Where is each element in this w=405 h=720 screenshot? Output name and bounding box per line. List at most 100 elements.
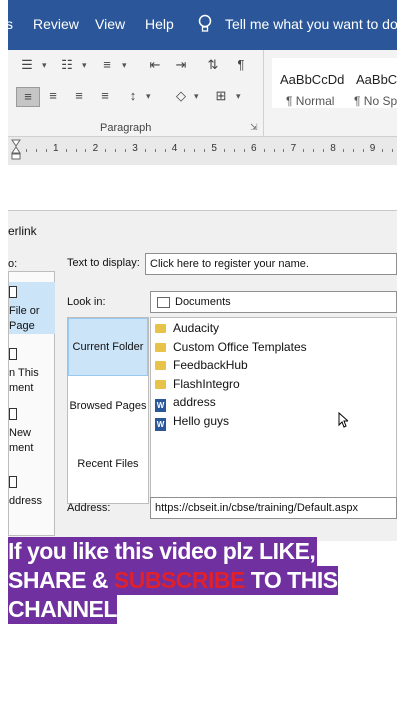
ruler-number: 1	[53, 143, 59, 154]
list-item[interactable]: W Hello guys	[155, 412, 229, 431]
chevron-down-icon[interactable]: ▾	[194, 91, 199, 102]
tab-review[interactable]: Review	[33, 16, 79, 32]
caption-subscribe: SUBSCRIBE	[113, 567, 245, 593]
align-right-icon[interactable]: ≡	[68, 87, 90, 105]
ruler-tick	[45, 149, 47, 152]
address-input[interactable]: https://cbseit.in/cbse/training/Default.…	[150, 497, 397, 519]
ruler-tick	[392, 149, 394, 152]
ruler-tick	[105, 149, 107, 152]
look-in-value: Documents	[175, 296, 231, 308]
chevron-down-icon[interactable]: ▾	[82, 60, 87, 71]
ruler-tick	[342, 149, 344, 152]
link-new-document[interactable]: New ment	[9, 408, 55, 456]
folder-icon	[157, 297, 170, 308]
multilevel-list-icon[interactable]: ≡	[96, 56, 118, 74]
link-option-line: ddress	[9, 495, 43, 507]
ruler-tick	[263, 149, 265, 152]
borders-icon[interactable]: ⊞	[210, 87, 232, 105]
caption-text: TO THIS	[244, 567, 338, 593]
word-document-icon: W	[155, 418, 166, 431]
link-option-line: ment	[9, 442, 34, 454]
ruler-number: 7	[290, 143, 297, 154]
ribbon-body: ☰ ▾ ☷ ▾ ≡ ▾ ⇤ ⇥ ⇅ ¶ ≡ ≡ ≡ ≡ ↕ ▾ ◇ ▾ ⊞ ▾ …	[8, 50, 397, 136]
link-to-pane: File or Page n This ment New ment ddress	[8, 271, 55, 536]
list-item[interactable]: FeedbackHub	[155, 356, 248, 374]
ruler-tick	[35, 149, 37, 152]
tell-me-search[interactable]: Tell me what you want to do	[225, 16, 398, 32]
folder-icon	[155, 380, 166, 389]
ruler-tick	[184, 149, 186, 152]
file-name: Custom Office Templates	[173, 340, 307, 354]
style-no-spacing[interactable]: AaBbC ¶ No Sp	[348, 58, 397, 108]
numbering-icon[interactable]: ☷	[56, 56, 78, 74]
tab-partial[interactable]: s	[6, 16, 13, 32]
lightbulb-icon	[198, 14, 212, 39]
ruler-tick	[303, 149, 305, 152]
dialog-launcher-icon[interactable]: ⇲	[250, 122, 258, 133]
ruler-tick	[194, 149, 196, 152]
caption-text: SHARE &	[8, 567, 114, 593]
list-item[interactable]: Audacity	[155, 319, 219, 337]
link-option-line: New	[9, 427, 32, 439]
ruler-tick	[273, 149, 275, 152]
list-item[interactable]: Waddress	[155, 393, 216, 412]
caption-line-1: If you like this video plz LIKE,	[8, 537, 318, 566]
ruler-number: 6	[251, 143, 257, 154]
align-left-icon[interactable]: ≡	[16, 87, 40, 107]
navigation-pane: Current Folder Browsed Pages Recent File…	[67, 317, 149, 504]
bullets-icon[interactable]: ☰	[16, 56, 38, 74]
increase-indent-icon[interactable]: ⇥	[170, 56, 192, 74]
text-to-display-input[interactable]: Click here to register your name.	[145, 253, 397, 275]
ruler-number: 3	[132, 143, 138, 154]
caption-line-3: CHANNEL	[8, 595, 117, 624]
link-place-in-document[interactable]: n This ment	[9, 348, 55, 396]
line-spacing-icon[interactable]: ↕	[122, 87, 144, 105]
file-name: Audacity	[173, 321, 220, 335]
tab-help[interactable]: Help	[145, 16, 174, 32]
indent-marker-icon[interactable]	[11, 139, 21, 166]
browsed-pages-button[interactable]: Browsed Pages	[68, 400, 148, 412]
new-document-icon	[9, 408, 17, 420]
show-marks-icon[interactable]: ¶	[230, 56, 252, 74]
ribbon-tab-bar: s Review View Help Tell me what you want…	[6, 0, 398, 50]
ruler-tick	[154, 149, 156, 152]
ruler-tick	[144, 149, 146, 152]
recent-files-button[interactable]: Recent Files	[68, 458, 148, 470]
list-item[interactable]: FlashIntegro	[155, 375, 240, 393]
folder-icon	[155, 324, 166, 333]
email-icon	[9, 476, 17, 488]
sort-icon[interactable]: ⇅	[202, 56, 224, 74]
chevron-down-icon[interactable]: ▾	[42, 60, 47, 71]
look-in-dropdown[interactable]: Documents	[150, 291, 397, 313]
ruler-number: 2	[92, 143, 99, 154]
style-normal[interactable]: AaBbCcDd ¶ Normal	[272, 58, 350, 108]
align-center-icon[interactable]: ≡	[42, 87, 64, 105]
text-to-display-label: Text to display:	[67, 257, 140, 269]
ruler-tick	[382, 149, 384, 152]
list-item[interactable]: Custom Office Templates	[155, 338, 307, 356]
caption-line-2: SHARE & SUBSCRIBE TO THIS	[8, 566, 338, 595]
current-folder-button[interactable]: Current Folder	[68, 318, 148, 376]
link-existing-file[interactable]: File or Page	[9, 282, 55, 334]
file-name: FeedbackHub	[173, 358, 248, 372]
file-name: address	[173, 395, 216, 409]
ruler[interactable]: 1 2 3 4 5 6 7 8 9	[8, 136, 397, 166]
justify-icon[interactable]: ≡	[94, 87, 116, 105]
style-sample: AaBbC	[356, 72, 397, 87]
link-email-address[interactable]: ddress	[9, 476, 55, 509]
chevron-down-icon[interactable]: ▾	[236, 91, 241, 102]
shading-icon[interactable]: ◇	[170, 87, 192, 105]
look-in-label: Look in:	[67, 296, 106, 308]
ruler-tick	[26, 149, 27, 152]
address-label: Address:	[67, 502, 111, 514]
mouse-cursor-icon	[338, 411, 350, 433]
chevron-down-icon[interactable]: ▾	[146, 91, 151, 102]
tab-view[interactable]: View	[95, 16, 125, 32]
ruler-tick	[243, 149, 245, 152]
decrease-indent-icon[interactable]: ⇤	[144, 56, 166, 74]
ruler-tick	[224, 149, 225, 152]
ruler-number: 5	[211, 143, 217, 154]
folder-icon	[155, 343, 166, 352]
ruler-tick	[283, 149, 285, 152]
chevron-down-icon[interactable]: ▾	[122, 60, 127, 71]
